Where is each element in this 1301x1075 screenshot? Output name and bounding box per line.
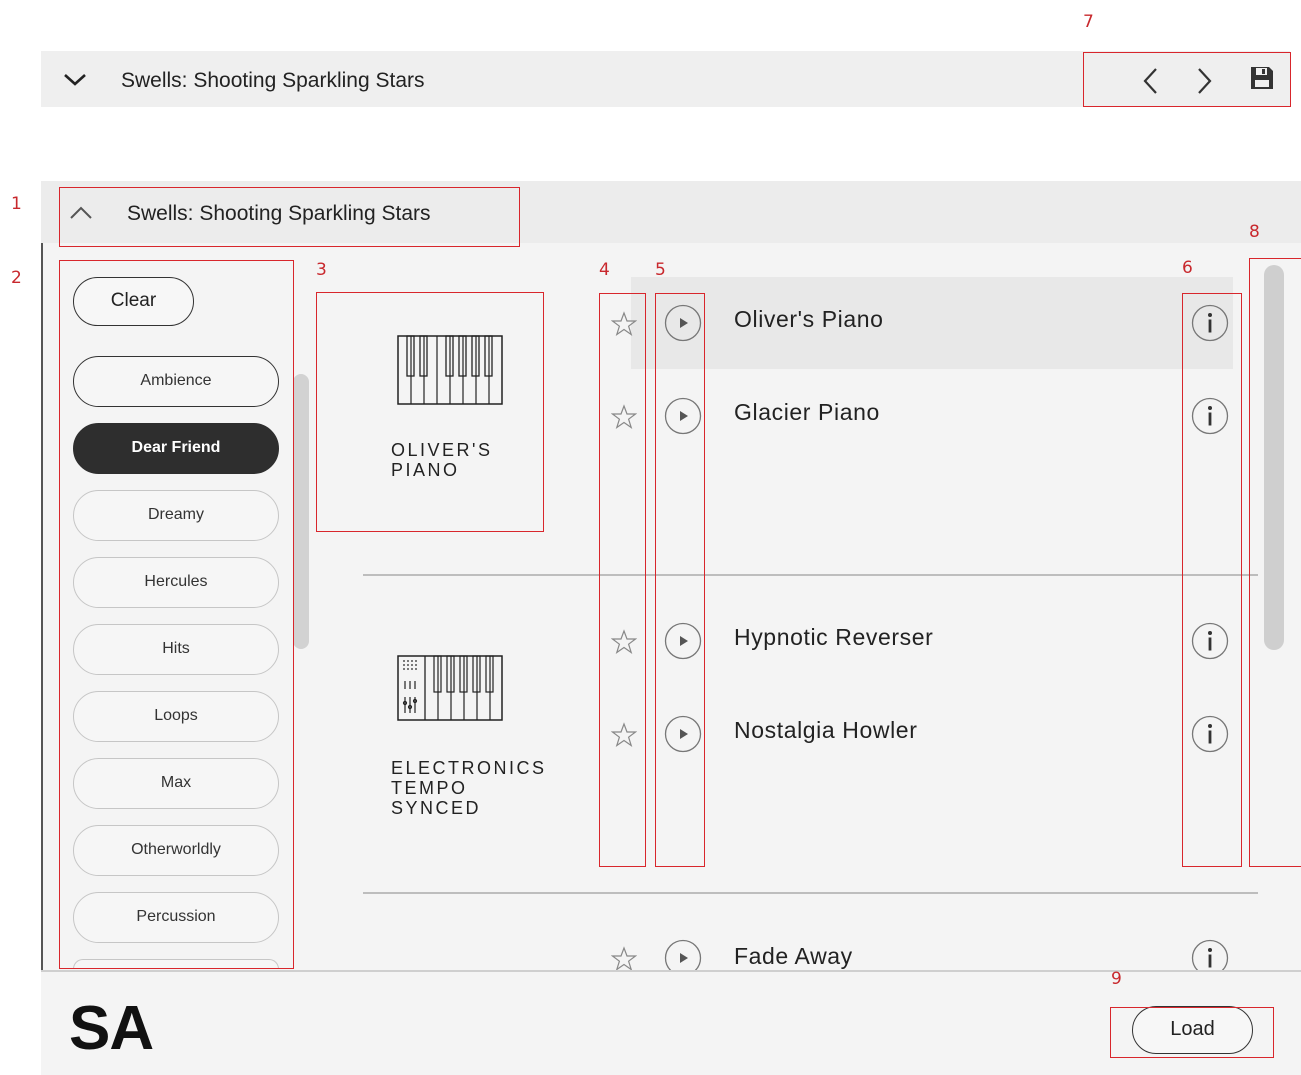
info-icon[interactable] <box>1191 622 1229 665</box>
electronics-synth-icon <box>397 655 503 726</box>
panel-border <box>41 181 43 1075</box>
tag-list-scrollbar[interactable] <box>293 374 309 649</box>
tag-dear-friend[interactable]: Dear Friend <box>73 423 279 474</box>
callout-9: 9 <box>1111 969 1122 989</box>
tag-partial[interactable] <box>73 959 279 969</box>
callout-1: 1 <box>11 194 22 214</box>
star-icon[interactable] <box>610 629 638 660</box>
play-icon[interactable] <box>664 622 702 665</box>
instrument-label-electronics[interactable]: ELECTRONICS TEMPO SYNCED <box>391 758 547 818</box>
tag-ambience[interactable]: Ambience <box>73 356 279 407</box>
load-button[interactable]: Load <box>1132 1006 1253 1054</box>
instrument-label-line: PIANO <box>391 460 460 480</box>
info-icon[interactable] <box>1191 397 1229 440</box>
tag-loops[interactable]: Loops <box>73 691 279 742</box>
callout-6: 6 <box>1182 258 1193 278</box>
browser-header-title[interactable]: Swells: Shooting Sparkling Stars <box>127 202 431 226</box>
clear-button[interactable]: Clear <box>73 277 194 326</box>
chevron-up-icon[interactable] <box>67 201 95 230</box>
preset-hypnotic-reverser[interactable]: Hypnotic Reverser <box>734 624 933 651</box>
collapsed-preset-bar: Swells: Shooting Sparkling Stars <box>41 51 1290 107</box>
chevron-left-icon[interactable] <box>1139 65 1163 102</box>
play-icon[interactable] <box>664 397 702 440</box>
collapsed-bar-title[interactable]: Swells: Shooting Sparkling Stars <box>121 69 425 93</box>
star-icon[interactable] <box>610 722 638 753</box>
callout-8: 8 <box>1249 222 1260 242</box>
play-icon[interactable] <box>664 715 702 758</box>
browser-header: Swells: Shooting Sparkling Stars <box>41 181 1301 243</box>
info-icon[interactable] <box>1191 715 1229 758</box>
tag-dreamy[interactable]: Dreamy <box>73 490 279 541</box>
save-icon[interactable] <box>1249 65 1275 96</box>
group-divider <box>363 892 1258 894</box>
preset-list-scrollbar[interactable] <box>1264 265 1284 650</box>
tag-hits[interactable]: Hits <box>73 624 279 675</box>
callout-7: 7 <box>1083 12 1094 32</box>
preset-glacier-piano[interactable]: Glacier Piano <box>734 399 880 426</box>
callout-2: 2 <box>11 268 22 288</box>
tag-hercules[interactable]: Hercules <box>73 557 279 608</box>
sa-logo: SA <box>69 994 154 1063</box>
callout-4: 4 <box>599 260 610 280</box>
chevron-down-icon[interactable] <box>61 65 89 98</box>
tag-max[interactable]: Max <box>73 758 279 809</box>
instrument-label-line: OLIVER'S <box>391 440 493 460</box>
star-icon[interactable] <box>610 404 638 435</box>
preset-nostalgia-howler[interactable]: Nostalgia Howler <box>734 717 917 744</box>
instrument-label-olivers-piano[interactable]: OLIVER'S PIANO <box>391 440 492 480</box>
instrument-label-line: SYNCED <box>391 798 482 818</box>
instrument-label-line: TEMPO <box>391 778 468 798</box>
preset-fade-away[interactable]: Fade Away <box>734 943 853 970</box>
play-icon[interactable] <box>664 304 702 347</box>
callout-5: 5 <box>655 260 666 280</box>
chevron-right-icon[interactable] <box>1192 65 1216 102</box>
preset-olivers-piano[interactable]: Oliver's Piano <box>734 306 884 333</box>
instrument-label-line: ELECTRONICS <box>391 758 547 778</box>
callout-3: 3 <box>316 260 327 280</box>
group-divider <box>363 574 1258 576</box>
star-icon[interactable] <box>610 311 638 342</box>
tag-percussion[interactable]: Percussion <box>73 892 279 943</box>
piano-keys-icon <box>397 335 503 410</box>
info-icon[interactable] <box>1191 304 1229 347</box>
tag-otherworldly[interactable]: Otherworldly <box>73 825 279 876</box>
selected-row-highlight <box>631 277 1233 369</box>
